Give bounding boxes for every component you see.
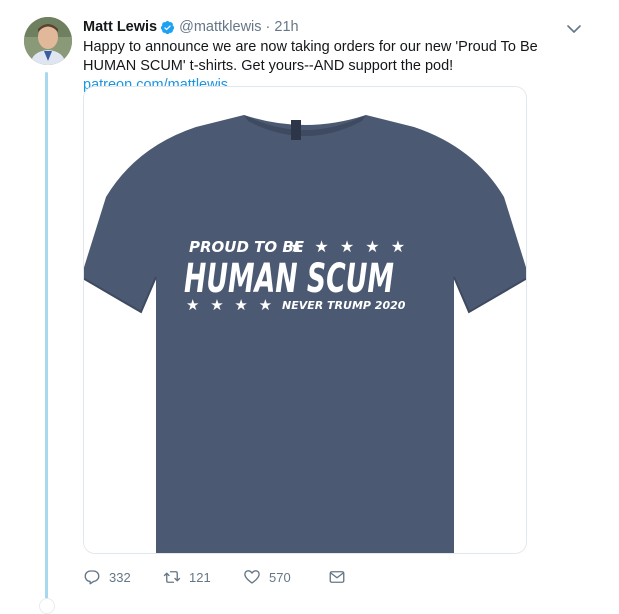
tweet-actions: 332 121 570 [83,566,483,588]
direct-message-icon [329,571,345,583]
tshirt-image: PROUD TO BE ★ ★ ★ ★ ★ HUMAN SCUM ★ ★ ★ ★… [84,87,526,553]
avatar-image [24,17,72,65]
tweet-timestamp[interactable]: 21h [274,19,298,35]
avatar[interactable] [24,17,72,65]
direct-message-button[interactable] [328,568,346,586]
retweet-count: 121 [189,569,211,585]
shirt-line3: NEVER TRUMP 2020 [282,299,406,312]
reply-button[interactable]: 332 [83,568,163,586]
tweet-media-image[interactable]: PROUD TO BE ★ ★ ★ ★ ★ HUMAN SCUM ★ ★ ★ ★… [83,86,527,554]
retweet-button[interactable]: 121 [163,568,243,586]
thread-connector-line [45,72,48,600]
tweet-header: Matt Lewis @mattklewis · 21h [83,17,593,37]
next-tweet-avatar-stub [39,598,55,614]
like-count: 570 [269,569,291,585]
reply-icon [84,570,100,585]
tweet-body-text: Happy to announce we are now taking orde… [83,39,538,74]
shirt-stars-left: ★ ★ ★ ★ [186,296,275,314]
verified-badge-icon [161,20,175,34]
shirt-stars-top: ★ ★ ★ ★ ★ [289,237,408,256]
chevron-down-icon[interactable] [566,22,582,36]
reply-count: 332 [109,569,131,585]
shirt-line1: PROUD TO BE [189,238,305,256]
header-separator: · [265,19,271,35]
author-handle[interactable]: @mattklewis [179,19,261,35]
retweet-icon [163,571,181,583]
like-button[interactable]: 570 [243,568,328,586]
like-icon [244,570,260,584]
author-name[interactable]: Matt Lewis [83,19,157,35]
